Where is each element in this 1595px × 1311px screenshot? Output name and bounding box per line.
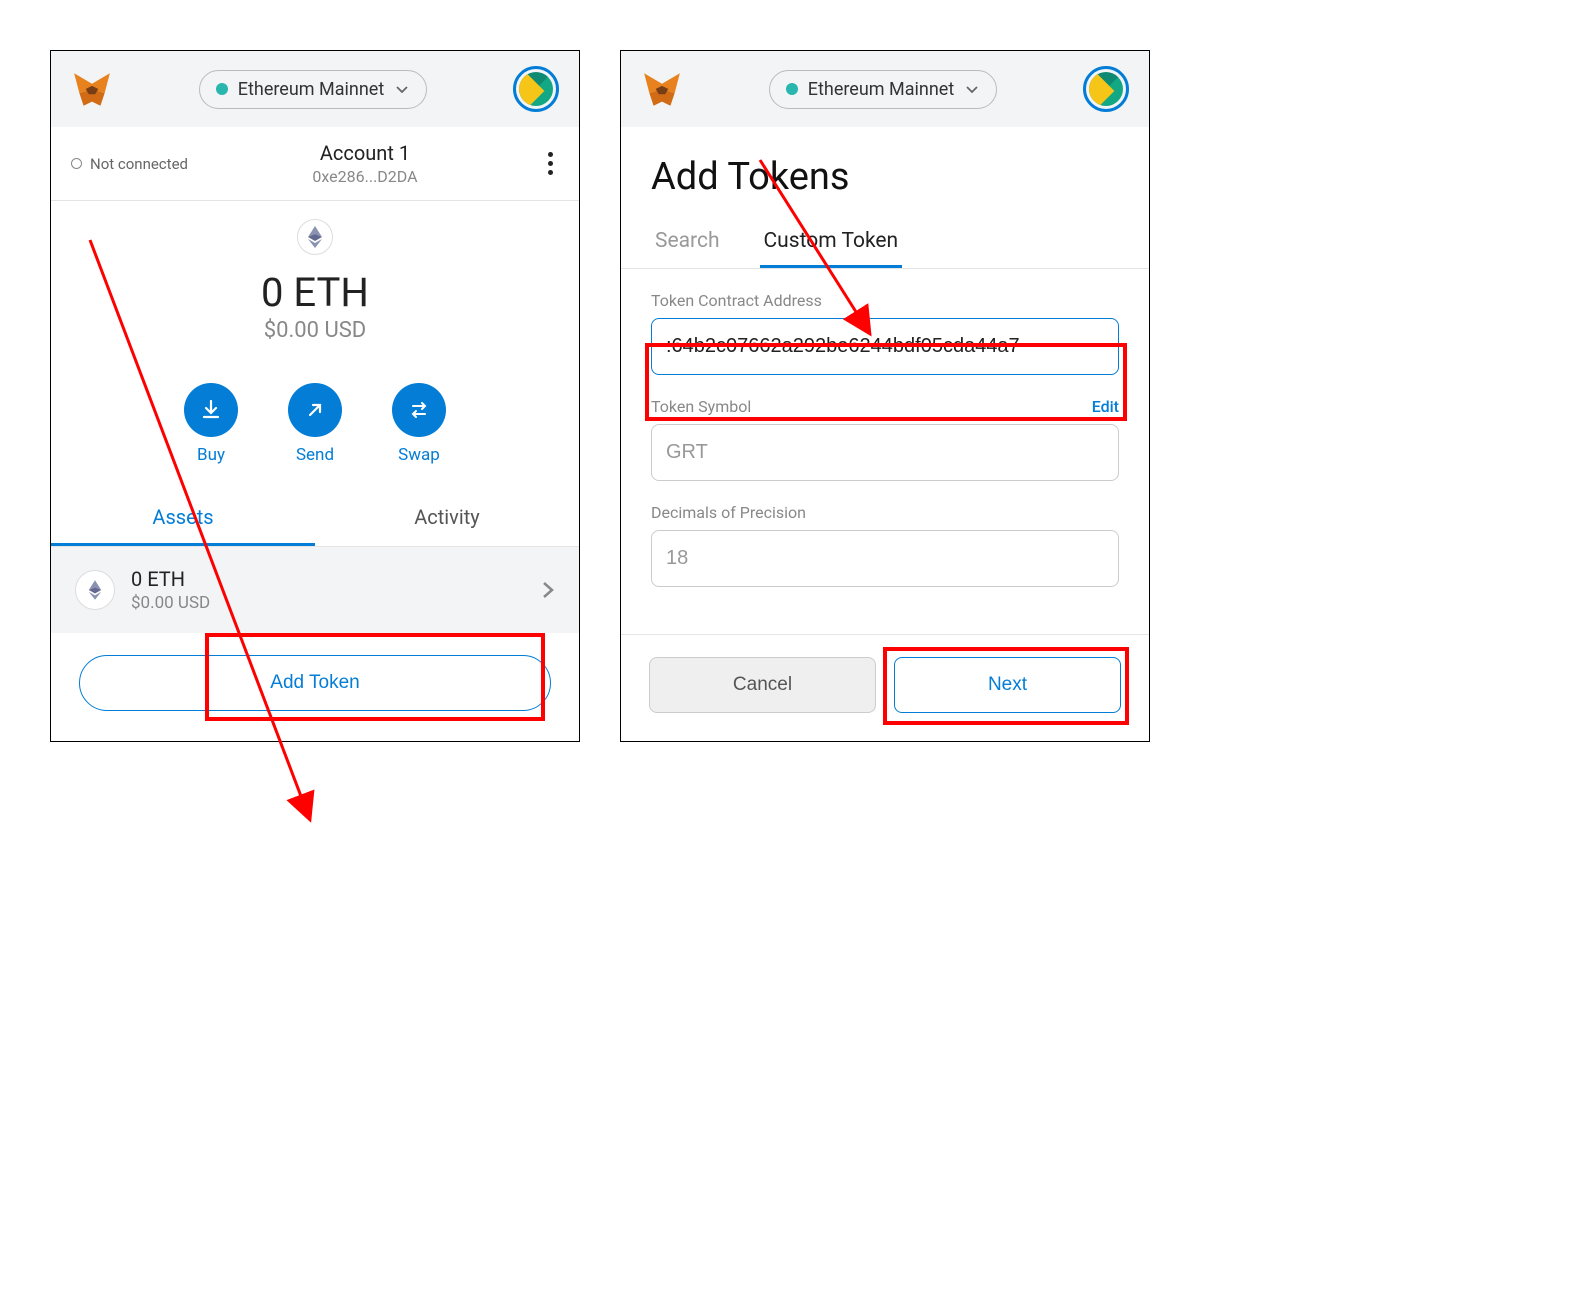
network-name: Ethereum Mainnet [808,79,954,100]
balance-section: 0 ETH $0.00 USD [51,201,579,363]
swap-icon [407,398,431,422]
network-name: Ethereum Mainnet [238,79,384,100]
account-avatar[interactable] [513,66,559,112]
chevron-down-icon [394,81,410,97]
next-button[interactable]: Next [894,657,1121,713]
decimals-input[interactable] [651,530,1119,587]
avatar-icon [1089,72,1123,106]
network-status-dot-icon [786,83,798,95]
chevron-down-icon [964,81,980,97]
asset-activity-tabs: Assets Activity [51,491,579,547]
connection-status-text: Not connected [90,155,188,173]
account-address: 0xe286...D2DA [312,167,417,186]
balance-fiat: $0.00 USD [51,318,579,343]
asset-list-item[interactable]: 0 ETH $0.00 USD [51,547,579,633]
metamask-fox-icon [641,68,683,110]
arrow-up-right-icon [303,398,327,422]
send-button[interactable]: Send [288,383,342,465]
add-token-wrap: Add Token [51,633,579,741]
header: Ethereum Mainnet [621,51,1149,127]
page-title: Add Tokens [621,127,1149,219]
chevron-right-icon [541,580,555,600]
account-info[interactable]: Account 1 0xe286...D2DA [312,141,417,186]
connection-status[interactable]: Not connected [71,155,188,173]
decimals-label: Decimals of Precision [651,503,1119,522]
avatar-icon [519,72,553,106]
add-token-button[interactable]: Add Token [79,655,551,711]
action-buttons: Buy Send Swap [51,363,579,491]
custom-token-form: Token Contract Address Token Symbol Edit… [621,269,1149,634]
tab-custom-token[interactable]: Custom Token [760,219,903,268]
tab-assets[interactable]: Assets [51,491,315,546]
metamask-fox-icon [71,68,113,110]
eth-icon [297,219,333,255]
balance-crypto: 0 ETH [51,269,579,316]
download-icon [199,398,223,422]
asset-amount: 0 ETH [131,567,525,591]
swap-button[interactable]: Swap [392,383,446,465]
asset-fiat: $0.00 USD [131,593,525,613]
buy-button[interactable]: Buy [184,383,238,465]
edit-symbol-link[interactable]: Edit [1092,397,1119,416]
tab-activity[interactable]: Activity [315,491,579,546]
account-avatar[interactable] [1083,66,1129,112]
network-selector[interactable]: Ethereum Mainnet [199,70,427,109]
network-selector[interactable]: Ethereum Mainnet [769,70,997,109]
wallet-home-panel: Ethereum Mainnet Not connected Account 1… [50,50,580,742]
buy-label: Buy [184,445,238,465]
contract-address-label: Token Contract Address [651,291,1119,310]
token-symbol-input[interactable] [651,424,1119,481]
account-name: Account 1 [312,141,417,165]
tab-search[interactable]: Search [651,219,724,268]
network-status-dot-icon [216,83,228,95]
swap-label: Swap [392,445,446,465]
eth-icon [75,570,115,610]
cancel-button[interactable]: Cancel [649,657,876,713]
contract-address-input[interactable] [651,318,1119,375]
add-tokens-panel: Ethereum Mainnet Add Tokens Search Custo… [620,50,1150,742]
account-options-menu[interactable] [542,146,559,181]
header: Ethereum Mainnet [51,51,579,127]
send-label: Send [288,445,342,465]
add-token-tabs: Search Custom Token [621,219,1149,269]
not-connected-icon [71,158,82,169]
account-row: Not connected Account 1 0xe286...D2DA [51,127,579,201]
footer-buttons: Cancel Next [621,634,1149,741]
token-symbol-label: Token Symbol [651,397,751,416]
